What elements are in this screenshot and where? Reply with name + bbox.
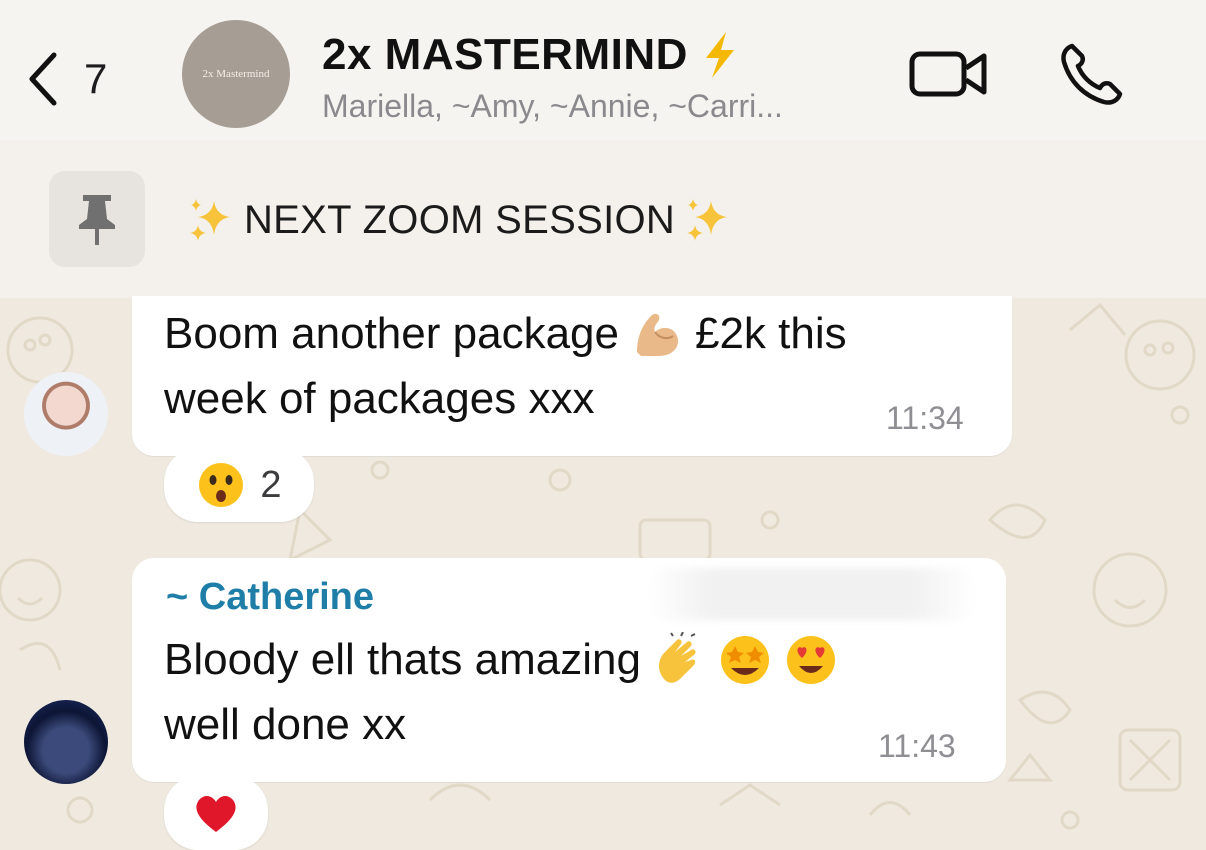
- message-time: 11:43: [878, 728, 956, 764]
- video-call-icon[interactable]: [908, 48, 988, 100]
- message-bubble[interactable]: Boom another package £2k this week of pa…: [132, 296, 1012, 456]
- red-heart-icon: [196, 795, 236, 832]
- group-title-row: 2x MASTERMIND: [322, 28, 882, 82]
- astonished-face-icon: [199, 463, 244, 507]
- pinned-message-bar[interactable]: NEXT ZOOM SESSION: [0, 140, 1206, 298]
- message-bubble[interactable]: ~ Catherine Bloody ell thats amazing wel…: [132, 558, 1006, 782]
- reaction-count: 2: [260, 463, 282, 506]
- chat-header: 7 2x Mastermind 2x MASTERMIND Mariella, …: [0, 0, 1206, 140]
- message-line: Boom another package £2k this: [164, 306, 847, 362]
- sparkles-icon: [687, 199, 728, 241]
- message-text: Bloody ell thats amazing: [164, 635, 641, 684]
- group-avatar-text: 2x Mastermind: [202, 68, 270, 80]
- pinned-message-text: NEXT ZOOM SESSION: [244, 197, 676, 242]
- message-reaction[interactable]: 2: [164, 448, 314, 522]
- heart-eyes-icon: [786, 636, 835, 684]
- group-avatar[interactable]: 2x Mastermind: [182, 20, 290, 128]
- pin-button[interactable]: [49, 171, 145, 267]
- message-line: Bloody ell thats amazing: [164, 632, 839, 688]
- group-members: Mariella, ~Amy, ~Annie, ~Carri...: [322, 88, 783, 124]
- phone-icon[interactable]: [1058, 40, 1126, 108]
- unread-count: 7: [84, 55, 108, 102]
- message-line: week of packages xxx: [164, 374, 594, 424]
- clapping-hands-icon: [658, 632, 696, 683]
- chevron-left-icon: [29, 52, 57, 106]
- group-info[interactable]: 2x MASTERMIND Mariella, ~Amy, ~Annie, ~C…: [322, 28, 882, 125]
- flexed-biceps-icon: [636, 313, 679, 356]
- sender-avatar[interactable]: [24, 372, 108, 456]
- message-text: Boom another package: [164, 309, 619, 358]
- message-text: well done xx: [164, 700, 407, 749]
- group-title: 2x MASTERMIND: [322, 30, 688, 79]
- message-line: well done xx: [164, 700, 406, 750]
- back-button[interactable]: 7: [22, 44, 142, 114]
- message-time: 11:34: [886, 400, 964, 436]
- star-struck-icon: [720, 636, 769, 684]
- pin-icon: [79, 195, 115, 245]
- message-text: week of packages xxx: [164, 374, 595, 423]
- lightning-icon: [705, 32, 734, 78]
- message-text: £2k this: [694, 309, 847, 358]
- redacted-phone-number: [647, 568, 977, 620]
- pinned-message: NEXT ZOOM SESSION: [186, 188, 733, 252]
- sender-avatar[interactable]: [24, 700, 108, 784]
- sender-name[interactable]: ~ Catherine: [166, 576, 374, 619]
- sparkles-icon: [190, 199, 230, 241]
- message-reaction[interactable]: [164, 776, 268, 850]
